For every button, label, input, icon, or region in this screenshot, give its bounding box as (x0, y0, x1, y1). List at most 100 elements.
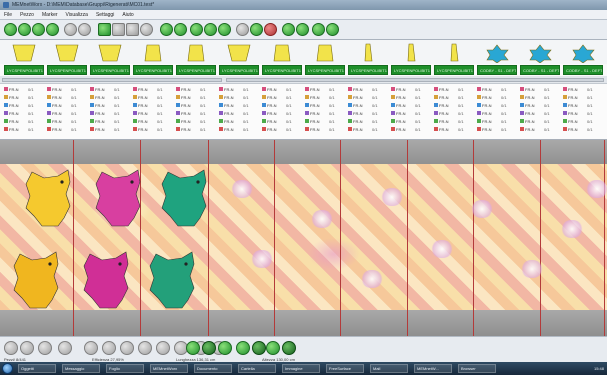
property-row[interactable]: FR-N 0/1 (219, 102, 259, 109)
property-row[interactable]: FR-N 0/1 (133, 110, 173, 117)
property-row[interactable]: FR-N 0/1 (348, 110, 388, 117)
piece-label[interactable]: CODBY - S1 - DEFT (563, 65, 603, 75)
property-row[interactable]: FR-N 0/1 (305, 94, 345, 101)
piece-thumbnail[interactable] (225, 42, 253, 63)
undo-icon[interactable] (64, 23, 77, 36)
zoom-in-icon[interactable] (204, 23, 217, 36)
piece-thumbnail[interactable] (268, 42, 296, 63)
property-row[interactable]: FR-N 0/1 (47, 118, 87, 125)
zoom-out-icon[interactable] (202, 341, 216, 355)
property-row[interactable]: FR-N 0/1 (391, 86, 431, 93)
taskbar-item[interactable]: Documento (194, 364, 232, 373)
piece-label[interactable]: LYCSPENPOLIBIT1 - C (133, 65, 173, 75)
property-row[interactable]: FR-N 0/1 (176, 118, 216, 125)
taskbar-item[interactable]: Foglio (106, 364, 144, 373)
horizontal-scrollbar[interactable] (0, 76, 607, 84)
property-row[interactable]: FR-N 0/1 (47, 110, 87, 117)
piece-label[interactable]: LYCSPENPOLIBIT1 - C (348, 65, 388, 75)
copy-icon[interactable] (112, 23, 125, 36)
new-icon[interactable] (4, 23, 17, 36)
property-row[interactable]: FR-N 0/1 (90, 110, 130, 117)
help-icon[interactable] (326, 23, 339, 36)
property-row[interactable]: FR-N 0/1 (219, 94, 259, 101)
select-icon[interactable] (98, 23, 111, 36)
menu-item-visualizza[interactable]: Visualizza (62, 10, 92, 20)
property-row[interactable]: FR-N 0/1 (176, 94, 216, 101)
property-row[interactable]: FR-N 0/1 (305, 110, 345, 117)
property-row[interactable]: FR-N 0/1 (219, 118, 259, 125)
property-row[interactable]: FR-N 0/1 (262, 126, 302, 133)
property-row[interactable]: FR-N 0/1 (47, 102, 87, 109)
property-row[interactable]: FR-N 0/1 (176, 110, 216, 117)
move-up-icon[interactable] (120, 341, 134, 355)
property-row[interactable]: FR-N 0/1 (563, 86, 603, 93)
property-row[interactable]: FR-N 0/1 (348, 126, 388, 133)
property-row[interactable]: FR-N 0/1 (262, 102, 302, 109)
menu-item-settaggi[interactable]: Settaggi (92, 10, 118, 20)
property-row[interactable]: FR-N 0/1 (391, 126, 431, 133)
property-row[interactable]: FR-N 0/1 (262, 86, 302, 93)
nested-swimsuit-piece[interactable] (94, 168, 144, 232)
piece-thumbnail[interactable] (397, 42, 425, 63)
property-row[interactable]: FR-N 0/1 (90, 118, 130, 125)
property-row[interactable]: FR-N 0/1 (477, 110, 517, 117)
property-row[interactable]: FR-N 0/1 (563, 126, 603, 133)
taskbar-item[interactable]: MEMnetWorx (150, 364, 188, 373)
property-row[interactable]: FR-N 0/1 (520, 86, 560, 93)
piece-label[interactable]: LYCSPENPOLIBIT1 - C (391, 65, 431, 75)
nested-swimsuit-piece[interactable] (12, 250, 62, 314)
property-row[interactable]: FR-N 0/1 (90, 102, 130, 109)
property-row[interactable]: FR-N 0/1 (133, 94, 173, 101)
property-row[interactable]: FR-N 0/1 (520, 126, 560, 133)
piece-thumbnail[interactable] (10, 42, 38, 63)
property-row[interactable]: FR-N 0/1 (4, 110, 44, 117)
save-icon[interactable] (32, 23, 45, 36)
property-row[interactable]: FR-N 0/1 (434, 86, 474, 93)
piece-label[interactable]: LYCSPENPOLIBIT1 - C (176, 65, 216, 75)
cut-icon[interactable] (140, 23, 153, 36)
property-row[interactable]: FR-N 0/1 (434, 94, 474, 101)
flip-icon[interactable] (174, 23, 187, 36)
property-row[interactable]: FR-N 0/1 (90, 94, 130, 101)
property-row[interactable]: FR-N 0/1 (133, 86, 173, 93)
property-row[interactable]: FR-N 0/1 (90, 126, 130, 133)
property-row[interactable]: FR-N 0/1 (348, 118, 388, 125)
property-row[interactable]: FR-N 0/1 (4, 102, 44, 109)
property-row[interactable]: FR-N 0/1 (520, 110, 560, 117)
property-row[interactable]: FR-N 0/1 (305, 86, 345, 93)
nested-swimsuit-piece[interactable] (24, 168, 74, 232)
property-row[interactable]: FR-N 0/1 (434, 102, 474, 109)
property-row[interactable]: FR-N 0/1 (520, 118, 560, 125)
property-row[interactable]: FR-N 0/1 (391, 118, 431, 125)
property-row[interactable]: FR-N 0/1 (262, 110, 302, 117)
piece-thumbnail[interactable] (354, 42, 382, 63)
taskbar-item[interactable]: Mail (370, 364, 408, 373)
property-row[interactable]: FR-N 0/1 (4, 126, 44, 133)
move-left-icon[interactable] (84, 341, 98, 355)
property-row[interactable]: FR-N 0/1 (348, 94, 388, 101)
nested-swimsuit-piece[interactable] (148, 250, 198, 314)
print-icon[interactable] (46, 23, 59, 36)
property-row[interactable]: FR-N 0/1 (391, 102, 431, 109)
property-row[interactable]: FR-N 0/1 (434, 126, 474, 133)
settings-icon[interactable] (312, 23, 325, 36)
property-row[interactable]: FR-N 0/1 (262, 118, 302, 125)
paste-icon[interactable] (126, 23, 139, 36)
start-button[interactable] (2, 363, 13, 374)
piece-label[interactable]: LYCSPENPOLIBIT1 - C (305, 65, 345, 75)
property-row[interactable]: FR-N 0/1 (563, 102, 603, 109)
nested-swimsuit-piece[interactable] (82, 250, 132, 314)
property-row[interactable]: FR-N 0/1 (520, 94, 560, 101)
piece-label[interactable]: LYCSPENPOLIBIT1 - C (47, 65, 87, 75)
property-row[interactable]: FR-N 0/1 (305, 118, 345, 125)
stop-icon[interactable] (282, 23, 295, 36)
property-row[interactable]: FR-N 0/1 (4, 118, 44, 125)
property-row[interactable]: FR-N 0/1 (563, 94, 603, 101)
optimize-icon[interactable] (252, 341, 266, 355)
property-row[interactable]: FR-N 0/1 (477, 118, 517, 125)
property-row[interactable]: FR-N 0/1 (90, 86, 130, 93)
piece-label[interactable]: LYCSPENPOLIBIT1 - C (262, 65, 302, 75)
open-icon[interactable] (18, 23, 31, 36)
property-row[interactable]: FR-N 0/1 (477, 126, 517, 133)
property-row[interactable]: FR-N 0/1 (305, 102, 345, 109)
